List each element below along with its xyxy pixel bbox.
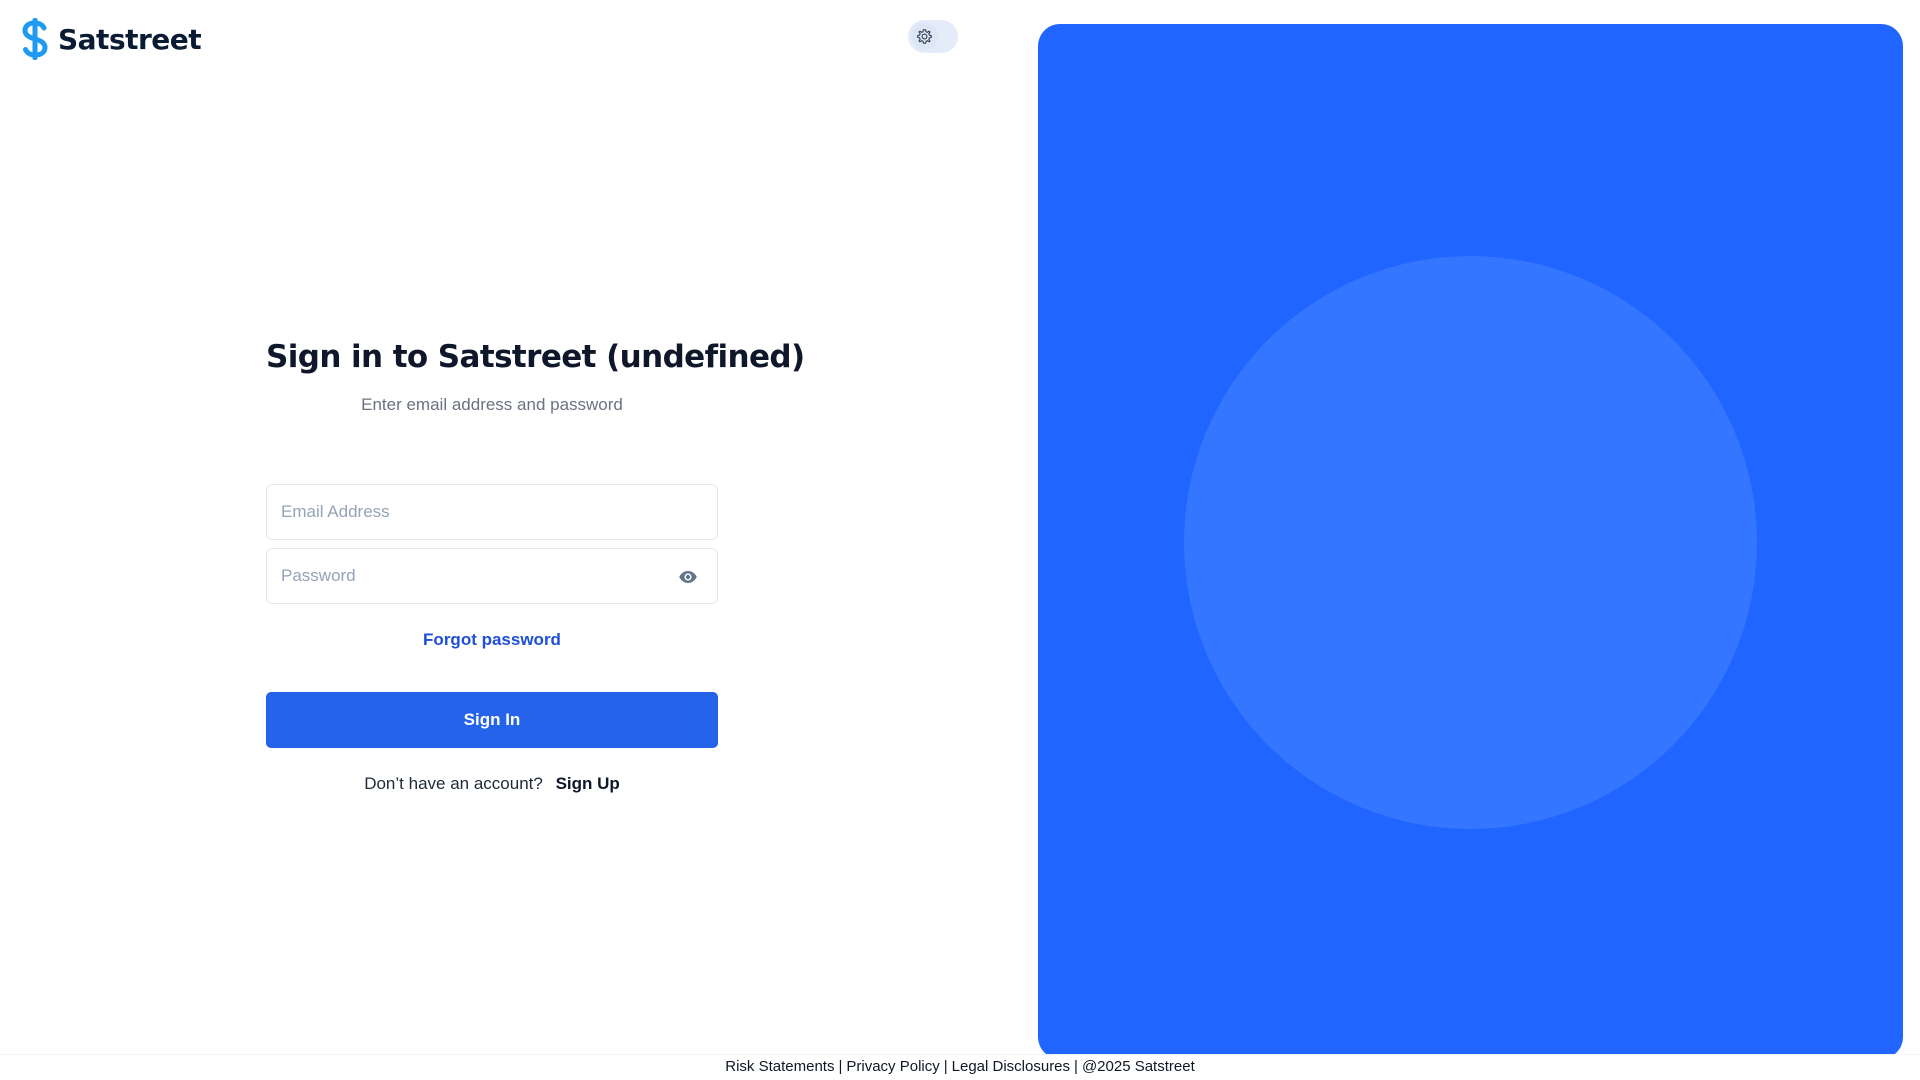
theme-toggle[interactable] [908, 20, 958, 53]
brand-name: Satstreet [58, 22, 202, 56]
footer-copyright: @2025 Satstreet [1081, 1058, 1195, 1075]
satstreet-logo-icon [22, 18, 48, 60]
footer-link-legal-disclosures[interactable]: Legal Disclosures [952, 1058, 1070, 1075]
eye-icon [679, 571, 697, 583]
footer-separator: | [838, 1058, 843, 1075]
signup-prompt: Don’t have an account? Sign Up [266, 772, 718, 796]
sign-up-link[interactable]: Sign Up [556, 774, 620, 793]
theme-toggle-knob [911, 23, 938, 50]
brand-logo[interactable]: Satstreet [20, 18, 202, 60]
email-field [266, 484, 718, 540]
footer-link-risk-statements[interactable]: Risk Statements [725, 1058, 834, 1075]
hero-circle-decoration [1184, 256, 1757, 829]
password-field [266, 548, 718, 604]
hero-panel [1038, 24, 1903, 1059]
signin-form: Sign in to Satstreet (undefined) Enter e… [266, 330, 805, 796]
gear-icon [917, 29, 932, 44]
email-input[interactable] [267, 485, 717, 539]
page-subtitle: Enter email address and password [361, 395, 623, 414]
footer-separator: | [943, 1058, 948, 1075]
no-account-text: Don’t have an account? [364, 774, 543, 793]
sign-in-button[interactable]: Sign In [266, 692, 718, 748]
signin-page: Satstreet Sign in to Satstreet (undefine… [0, 0, 1920, 1080]
page-title: Sign in to Satstreet (undefined) [266, 339, 805, 375]
footer-separator: | [1074, 1058, 1078, 1075]
toggle-password-visibility-button[interactable] [677, 566, 699, 588]
password-input[interactable] [267, 549, 717, 603]
footer: Risk Statements | Privacy Policy | Legal Dis… [0, 1054, 1920, 1080]
forgot-password-link[interactable]: Forgot password [423, 628, 561, 652]
footer-link-privacy-policy[interactable]: Privacy Policy [846, 1058, 939, 1075]
